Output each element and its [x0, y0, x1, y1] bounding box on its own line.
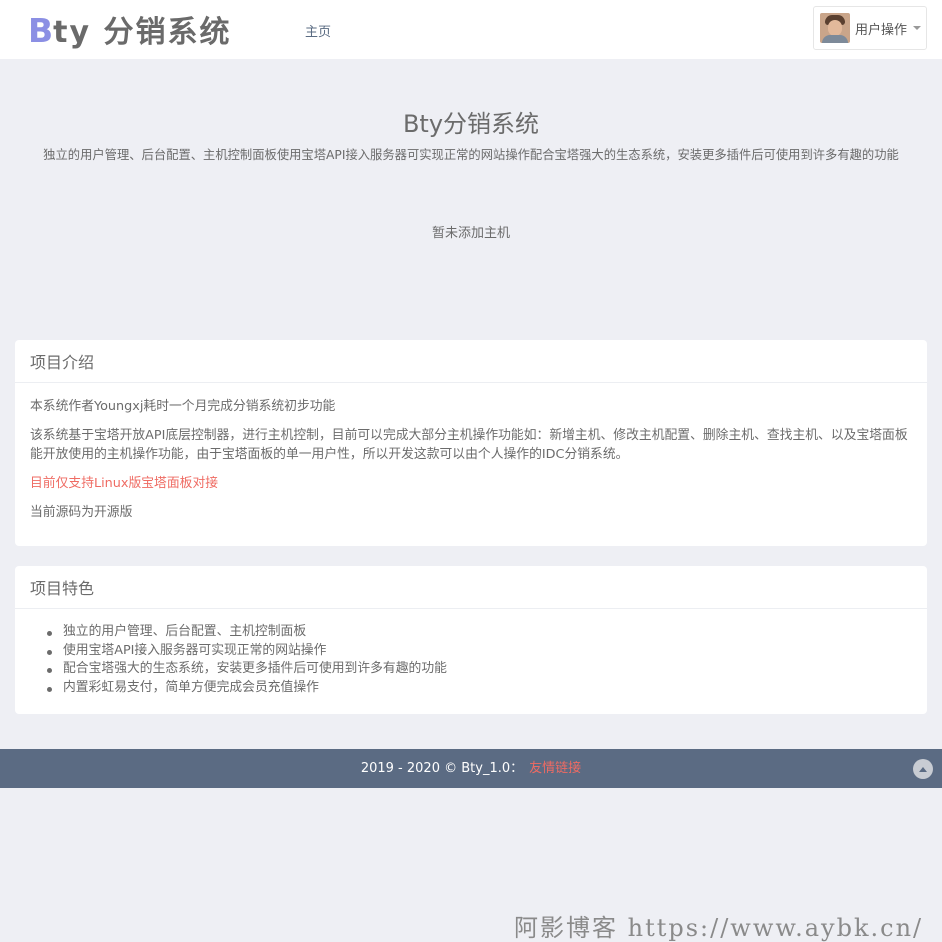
user-menu-label: 用户操作: [855, 22, 908, 38]
intro-card-title: 项目介绍: [15, 340, 927, 383]
list-item: 独立的用户管理、后台配置、主机控制面板: [45, 623, 912, 642]
back-to-top-icon[interactable]: [913, 759, 933, 779]
features-card-body: 独立的用户管理、后台配置、主机控制面板 使用宝塔API接入服务器可实现正常的网站…: [15, 609, 927, 711]
intro-linux-notice: 目前仅支持Linux版宝塔面板对接: [30, 476, 219, 491]
watermark: 阿影博客 https://www.aybk.cn/: [514, 914, 924, 942]
list-item: 配合宝塔强大的生态系统，安装更多插件后可使用到许多有趣的功能: [45, 660, 912, 679]
site-logo[interactable]: B ty 分销系统: [28, 7, 232, 50]
logo-letter-b: B: [28, 11, 54, 50]
list-item: 使用宝塔API接入服务器可实现正常的网站操作: [45, 642, 912, 661]
hero-title: Bty分销系统: [402, 110, 540, 138]
intro-paragraph-opensource: 当前源码为开源版: [30, 505, 133, 520]
features-list: 独立的用户管理、后台配置、主机控制面板 使用宝塔API接入服务器可实现正常的网站…: [30, 623, 912, 697]
footer: 2019 - 2020 © Bty_1.0： 友情链接: [0, 749, 942, 788]
intro-paragraph-description: 该系统基于宝塔开放API底层控制器，进行主机控制，目前可以完成大部分主机操作功能…: [30, 428, 908, 462]
features-card-title: 项目特色: [15, 566, 927, 609]
intro-card-body: 本系统作者Youngxj耗时一个月完成分销系统初步功能 该系统基于宝塔开放API…: [15, 383, 927, 536]
top-navbar: B ty 分销系统 主页 用户操作: [0, 0, 942, 59]
logo-text: ty 分销系统: [53, 15, 232, 50]
nav-home-link[interactable]: 主页: [305, 21, 331, 40]
list-item: 内置彩虹易支付，简单方便完成会员充值操作: [45, 679, 912, 698]
avatar: [820, 13, 850, 43]
footer-copyright: 2019 - 2020 © Bty_1.0：: [360, 761, 524, 776]
caret-down-icon: [913, 26, 922, 30]
hero-subtitle: 独立的用户管理、后台配置、主机控制面板使用宝塔API接入服务器可实现正常的网站操…: [43, 148, 899, 162]
features-card: 项目特色 独立的用户管理、后台配置、主机控制面板 使用宝塔API接入服务器可实现…: [15, 566, 927, 714]
intro-card: 项目介绍 本系统作者Youngxj耗时一个月完成分销系统初步功能 该系统基于宝塔…: [15, 340, 927, 546]
intro-paragraph-author: 本系统作者Youngxj耗时一个月完成分销系统初步功能: [30, 399, 336, 414]
footer-friend-links[interactable]: 友情链接: [529, 761, 581, 776]
empty-hosts-message: 暂未添加主机: [431, 226, 510, 241]
user-menu-button[interactable]: 用户操作: [813, 6, 927, 50]
